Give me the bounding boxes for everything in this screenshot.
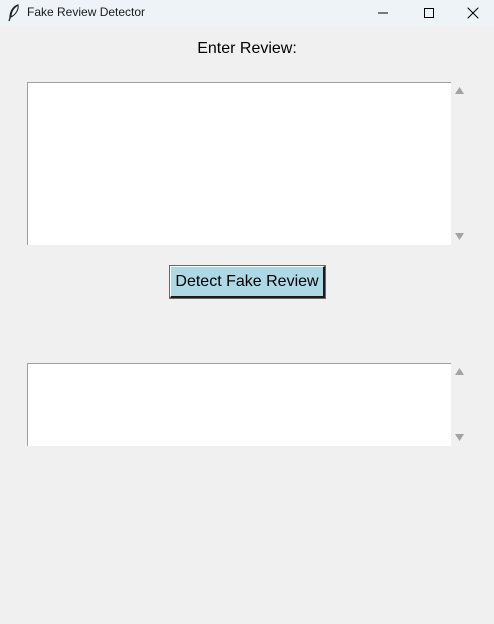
result-scroll-up-button[interactable]	[451, 363, 468, 380]
close-button[interactable]	[452, 0, 494, 26]
enter-review-label: Enter Review:	[197, 40, 297, 57]
arrow-down-icon	[455, 434, 464, 441]
result-scrollbar[interactable]	[451, 363, 468, 446]
maximize-icon	[424, 8, 434, 18]
app-window: Fake Review Detector Enter Review: Detec…	[0, 0, 494, 624]
arrow-down-icon	[455, 233, 464, 240]
review-input[interactable]	[27, 82, 451, 245]
title-bar[interactable]: Fake Review Detector	[0, 0, 494, 26]
maximize-button[interactable]	[406, 0, 452, 26]
review-scroll-up-button[interactable]	[451, 82, 468, 99]
window-title: Fake Review Detector	[27, 5, 146, 19]
arrow-up-icon	[455, 87, 464, 94]
detect-fake-review-button[interactable]: Detect Fake Review	[169, 265, 326, 299]
minimize-icon	[378, 12, 388, 14]
minimize-button[interactable]	[360, 0, 406, 26]
arrow-up-icon	[455, 368, 464, 375]
review-scroll-down-button[interactable]	[451, 228, 468, 245]
review-scrollbar[interactable]	[451, 82, 468, 245]
result-scroll-down-button[interactable]	[451, 429, 468, 446]
result-output[interactable]	[27, 363, 451, 446]
close-icon	[467, 7, 479, 19]
feather-icon	[7, 4, 21, 22]
